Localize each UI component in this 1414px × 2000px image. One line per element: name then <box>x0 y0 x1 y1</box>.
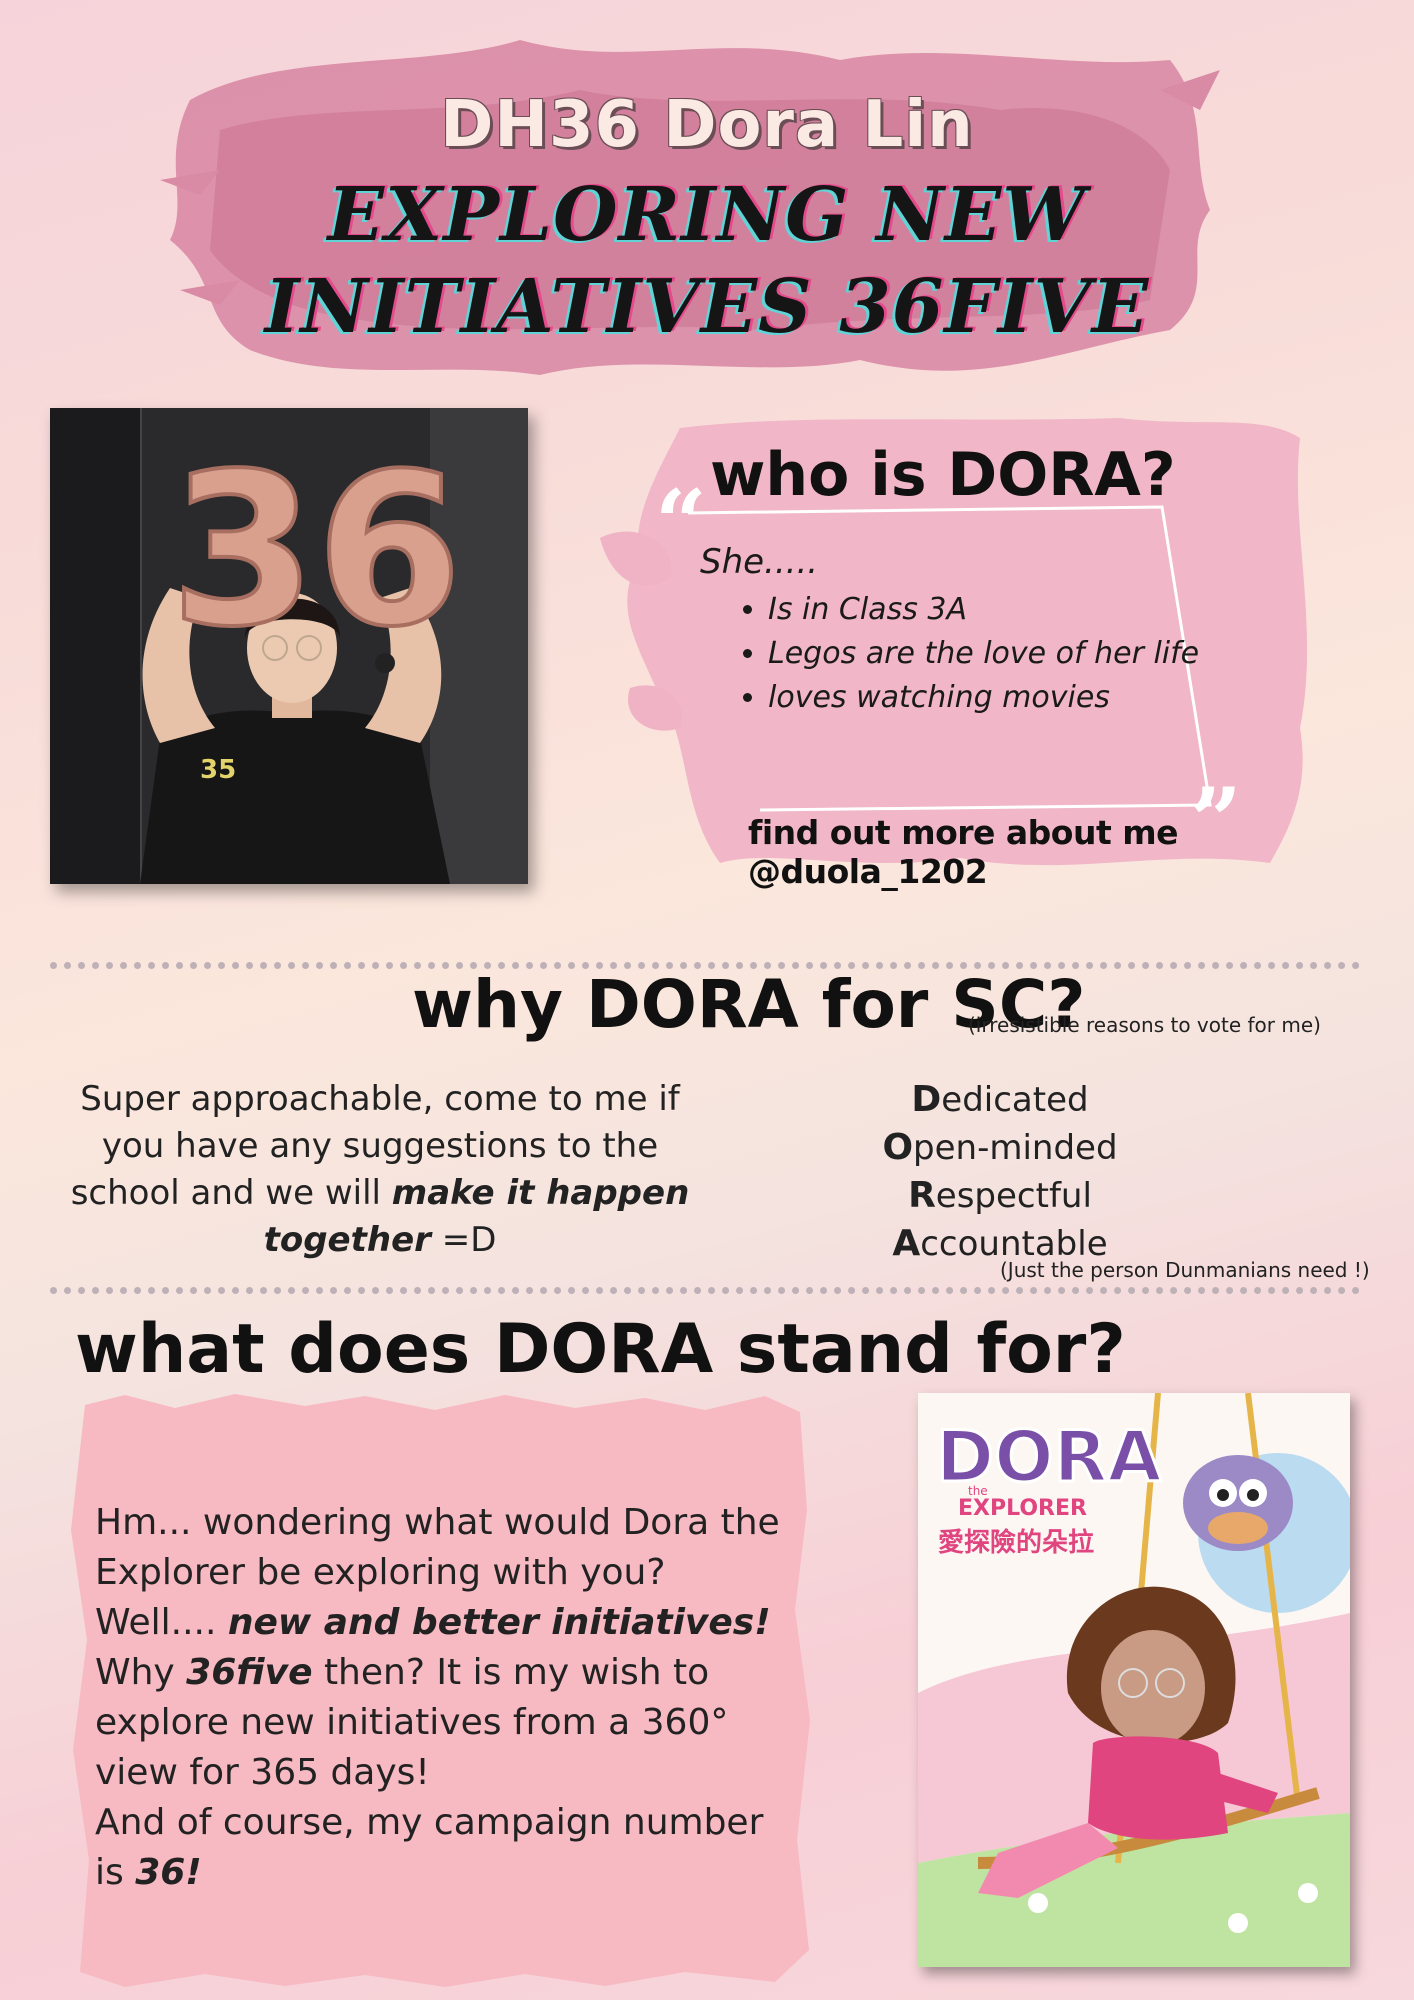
trait-respectful: Respectful <box>908 1175 1092 1216</box>
profile-photo: 36 35 <box>50 408 528 884</box>
campaign-headline-line1: EXPLORING NEW <box>327 172 1087 258</box>
why-body: Super approachable, come to me if you ha… <box>50 1076 710 1264</box>
stand-paragraph: And of course, my campaign number is 36! <box>95 1802 764 1893</box>
who-title: who is DORA? <box>710 440 1176 510</box>
list-item: Legos are the love of her life <box>768 632 1208 676</box>
social-handle: find out more about me @duola_1202 <box>748 813 1179 891</box>
list-item: loves watching movies <box>768 676 1208 720</box>
dora-acronym: Dedicated Open-minded Respectful Account… <box>820 1076 1180 1268</box>
poster-subtitle: EXPLORER <box>958 1496 1087 1521</box>
list-item: Is in Class 3A <box>768 588 1208 632</box>
dotted-divider <box>50 1287 1360 1294</box>
stand-paragraph: Hm... wondering what would Dora the Expl… <box>95 1502 780 1593</box>
svg-text:35: 35 <box>200 755 236 785</box>
who-intro: She..... <box>700 542 819 582</box>
why-body-end: =D <box>430 1220 497 1260</box>
stand-paragraph: Well.... new and better initiatives! <box>95 1602 771 1643</box>
trait-open-minded: Open-minded <box>882 1127 1118 1168</box>
who-facts-list: Is in Class 3A Legos are the love of her… <box>740 588 1208 720</box>
traits-note: (Just the person Dunmanians need !) <box>1000 1258 1370 1282</box>
candidate-name: DH36 Dora Lin <box>440 88 974 162</box>
poster-chinese-title: 愛探險的朵拉 <box>938 1527 1094 1558</box>
dora-explorer-poster: DORA the EXPLORER 愛探險的朵拉 <box>918 1393 1350 1967</box>
stand-body: Hm... wondering what would Dora the Expl… <box>95 1498 795 1898</box>
trait-dedicated: Dedicated <box>911 1079 1089 1120</box>
open-quote-icon: “ <box>655 470 707 576</box>
svg-text:36: 36 <box>170 428 462 673</box>
stand-paragraph: Why 36five then? It is my wish to explor… <box>95 1652 729 1793</box>
why-note: (irresistible reasons to vote for me) <box>968 1013 1321 1037</box>
campaign-headline-line2: INITIATIVES 36FIVE <box>264 264 1150 350</box>
stand-title: what does DORA stand for? <box>75 1310 1126 1389</box>
